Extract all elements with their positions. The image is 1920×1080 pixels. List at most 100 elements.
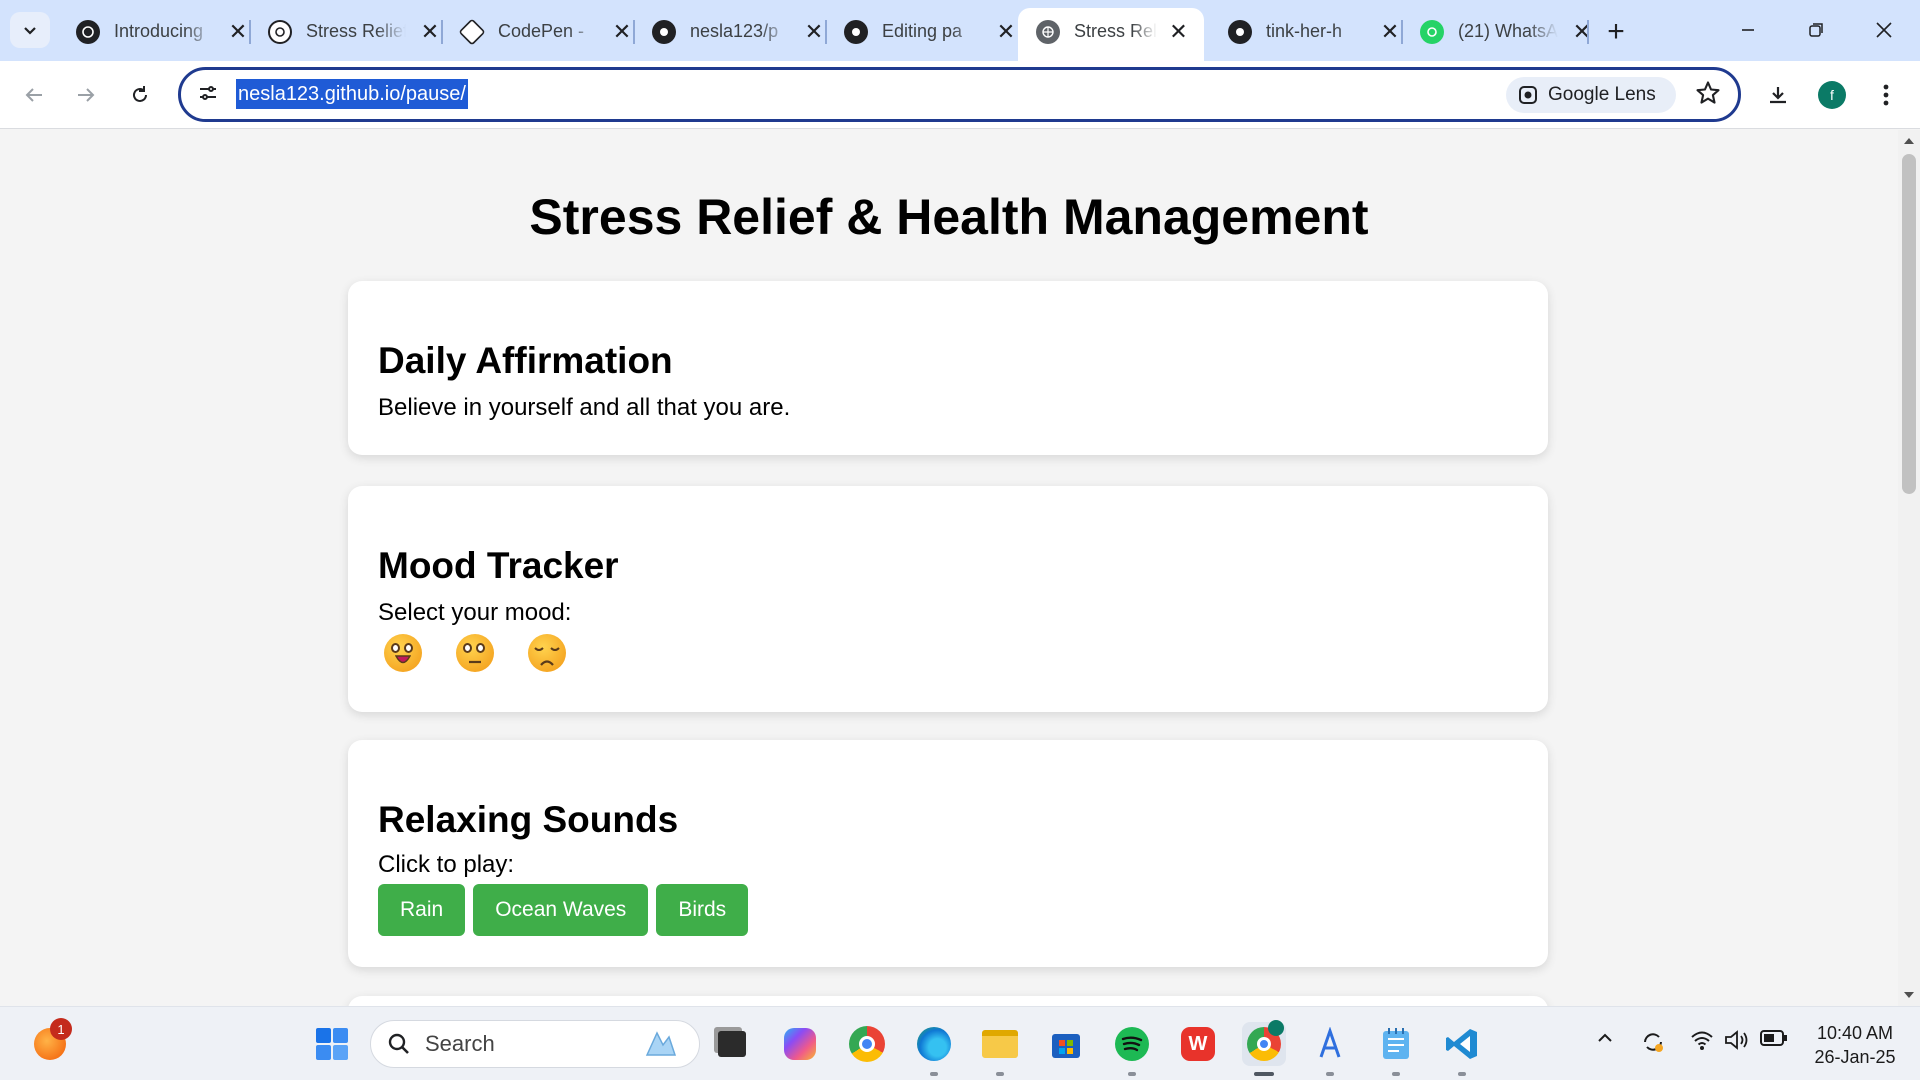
url-text[interactable]: nesla123.github.io/pause/ (236, 79, 468, 109)
task-view-button[interactable] (710, 1022, 754, 1066)
chrome-app[interactable] (845, 1022, 889, 1066)
tab-title: Stress Relief (306, 21, 406, 41)
profile-button[interactable]: f (1812, 75, 1852, 115)
avatar: f (1818, 81, 1846, 109)
folder-icon (982, 1030, 1018, 1058)
wps-office-app[interactable]: W (1176, 1022, 1220, 1066)
show-hidden-icons-button[interactable] (1596, 1029, 1614, 1053)
relaxing-sounds-heading: Relaxing Sounds (378, 799, 679, 840)
emoji-eye (476, 643, 485, 653)
tab-title: Introducing (114, 21, 204, 41)
site-settings-icon[interactable] (197, 82, 219, 104)
active-indicator (1254, 1072, 1274, 1076)
battery-tray-icon[interactable] (1760, 1029, 1788, 1053)
sync-icon (1644, 1033, 1663, 1052)
tab-editing-page[interactable]: Editing pa ✕ (826, 8, 1034, 61)
reload-button[interactable] (120, 75, 160, 115)
running-indicator (930, 1072, 938, 1076)
minimize-button[interactable] (1718, 10, 1778, 50)
running-indicator (996, 1072, 1004, 1076)
bookmark-star-icon[interactable] (1694, 79, 1722, 107)
tab-title: Stress Relie (1074, 21, 1157, 41)
downloads-button[interactable] (1758, 75, 1798, 115)
tab-nesla123-repo[interactable]: nesla123/p ✕ (634, 8, 842, 61)
font-icon (1319, 1027, 1341, 1058)
wifi-icon (1691, 1031, 1713, 1050)
relaxing-sounds-card: Relaxing Sounds Click to play: Rain Ocea… (348, 740, 1548, 967)
back-button[interactable] (14, 75, 54, 115)
taskbar-search-box[interactable]: Search (370, 1020, 700, 1068)
close-icon[interactable]: ✕ (1376, 18, 1404, 46)
mood-prompt: Select your mood: (378, 599, 572, 626)
system-clock[interactable]: 10:40 AM 26-Jan-25 (1800, 1021, 1910, 1069)
notepad-app[interactable] (1374, 1022, 1418, 1076)
globe-icon (1036, 19, 1060, 44)
download-icon (1770, 87, 1786, 104)
wifi-tray-icon[interactable] (1690, 1029, 1714, 1057)
vscode-icon (1446, 1029, 1477, 1059)
copilot-icon (784, 1028, 816, 1060)
tab-title: (21) WhatsA (1458, 21, 1558, 41)
rain-sound-button[interactable]: Rain (378, 884, 466, 936)
tab-whatsapp[interactable]: (21) WhatsA ✕ (1402, 8, 1610, 61)
sound-buttons: Rain Ocean Waves Birds (378, 884, 1518, 936)
copilot-app[interactable] (778, 1022, 822, 1066)
forward-button[interactable] (66, 75, 106, 115)
birds-sound-button[interactable]: Birds (656, 884, 749, 936)
edge-app[interactable] (912, 1022, 956, 1076)
restore-button[interactable] (1786, 10, 1846, 50)
weather-widget[interactable]: 1 (28, 1018, 72, 1066)
scroll-up-arrow-icon[interactable] (1904, 138, 1914, 144)
sync-tray-icon[interactable] (1640, 1029, 1666, 1061)
tab-title: tink-her-h (1266, 21, 1343, 41)
tab-introducing[interactable]: Introducing ✕ (58, 8, 266, 61)
volume-tray-icon[interactable] (1724, 1029, 1750, 1057)
tab-search-button[interactable] (10, 12, 50, 48)
clock-date: 26-Jan-25 (1814, 1047, 1896, 1067)
tab-title: CodePen - (498, 21, 585, 41)
happy-face-icon (395, 655, 411, 664)
lens-icon (1519, 86, 1537, 104)
wps-office-icon: W (1181, 1027, 1215, 1061)
start-button[interactable] (310, 1022, 354, 1066)
close-icon[interactable]: ✕ (992, 18, 1020, 46)
new-tab-button[interactable]: + (1598, 14, 1634, 50)
back-arrow-icon (25, 88, 42, 102)
close-icon[interactable]: ✕ (416, 18, 444, 46)
scrollbar-thumb[interactable] (1902, 154, 1916, 494)
edge-icon (917, 1027, 951, 1061)
chrome-profile-app[interactable] (1242, 1020, 1286, 1076)
tab-tink-her-hack[interactable]: tink-her-h ✕ (1210, 8, 1418, 61)
chevron-up-icon (1598, 1033, 1612, 1042)
browser-menu-button[interactable] (1866, 75, 1906, 115)
search-icon (388, 1033, 409, 1054)
close-icon[interactable]: ✕ (800, 18, 828, 46)
microsoft-store-app[interactable] (1044, 1022, 1088, 1066)
mood-neutral-button[interactable] (456, 634, 494, 672)
ocean-waves-sound-button[interactable]: Ocean Waves (473, 884, 649, 936)
close-icon[interactable]: ✕ (608, 18, 636, 46)
page-scrollbar[interactable] (1898, 130, 1920, 1006)
address-bar[interactable]: nesla123.github.io/pause/ Google Lens (178, 67, 1741, 122)
close-icon[interactable]: ✕ (224, 18, 252, 46)
battery-icon (1760, 1030, 1787, 1046)
mood-happy-button[interactable] (384, 634, 422, 672)
tab-stress-relief-1[interactable]: Stress Relief ✕ (250, 8, 458, 61)
scroll-down-arrow-icon[interactable] (1904, 992, 1914, 998)
close-icon[interactable]: ✕ (1167, 18, 1190, 46)
close-icon[interactable]: ✕ (1568, 18, 1596, 46)
reload-icon (133, 86, 147, 102)
spotify-app[interactable] (1110, 1022, 1154, 1076)
emoji-eye (391, 643, 400, 653)
file-explorer-app[interactable] (978, 1022, 1022, 1076)
google-lens-button[interactable]: Google Lens (1506, 77, 1676, 113)
tab-separator (1587, 20, 1589, 44)
mood-sad-button[interactable] (528, 634, 566, 672)
tab-codepen[interactable]: CodePen - ✕ (442, 8, 650, 61)
tab-title: nesla123/p (690, 21, 779, 41)
tab-stress-relief-active[interactable]: Stress Relie ✕ (1018, 8, 1204, 61)
vscode-app[interactable] (1440, 1022, 1484, 1076)
clock-time: 10:40 AM (1816, 1023, 1894, 1043)
close-window-button[interactable] (1854, 10, 1914, 50)
text-app[interactable] (1308, 1022, 1352, 1076)
